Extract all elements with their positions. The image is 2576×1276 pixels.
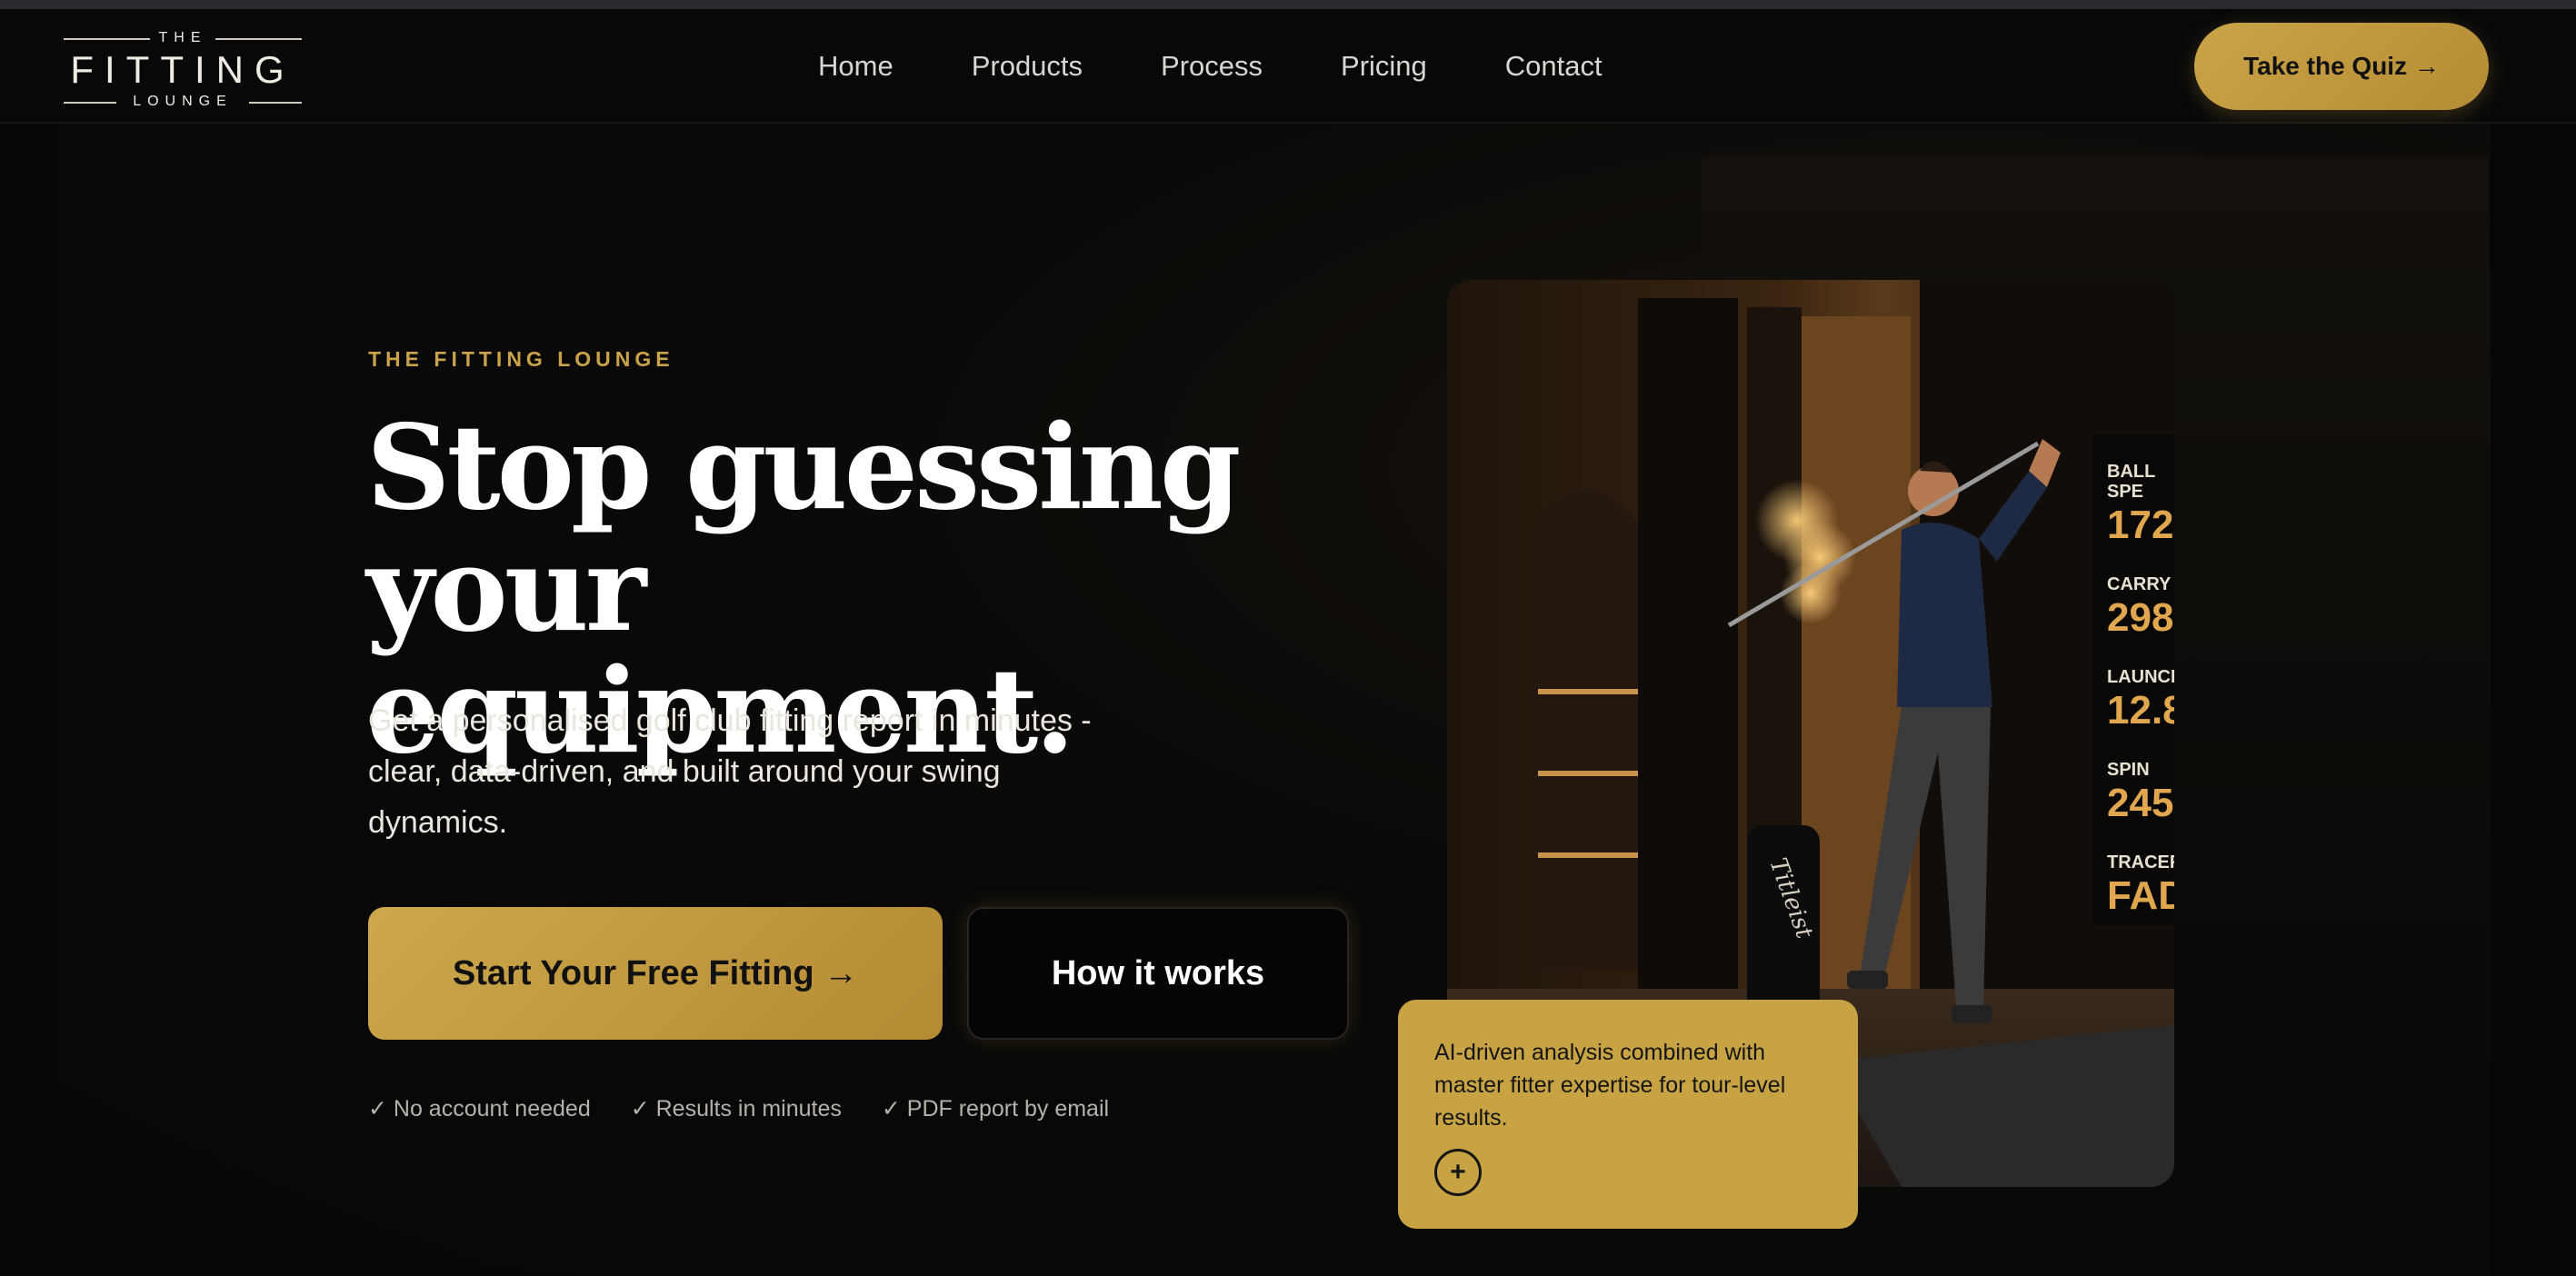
headline-line-1: Stop guessing bbox=[366, 400, 1241, 536]
logo-rule-right-top bbox=[215, 38, 302, 40]
how-it-works-button[interactable]: How it works bbox=[967, 907, 1349, 1040]
hero-eyebrow: THE FITTING LOUNGE bbox=[368, 347, 674, 371]
stats-display: BALL SPE 172 CARRY 298 LAUNCH 12.8 SPIN … bbox=[2107, 462, 2174, 934]
stat-value: 298 bbox=[2107, 595, 2174, 640]
nav-process[interactable]: Process bbox=[1161, 50, 1263, 83]
hero-headline: Stop guessing your equipment. bbox=[366, 400, 1384, 773]
nav-products[interactable]: Products bbox=[972, 50, 1083, 83]
stat-label: BALL SPE bbox=[2107, 462, 2155, 502]
nav-contact[interactable]: Contact bbox=[1505, 50, 1603, 83]
check-results-minutes: ✓ Results in minutes bbox=[630, 1096, 842, 1121]
nav-pricing[interactable]: Pricing bbox=[1341, 50, 1427, 83]
browser-top-strip bbox=[0, 0, 2576, 9]
logo-main-word: FITTING bbox=[70, 48, 295, 91]
main-nav: Home Products Process Pricing Contact bbox=[818, 9, 1603, 124]
start-fitting-button[interactable]: Start Your Free Fitting → bbox=[368, 907, 943, 1040]
stat-value: FADE bbox=[2107, 873, 2174, 918]
check-pdf-report: ✓ PDF report by email bbox=[881, 1096, 1110, 1121]
benefit-checks: ✓ No account needed ✓ Results in minutes… bbox=[368, 1091, 1109, 1127]
info-card: AI-driven analysis combined with master … bbox=[1398, 1000, 1858, 1229]
nav-home[interactable]: Home bbox=[818, 50, 894, 83]
site-logo[interactable]: THE FITTING LOUNGE bbox=[64, 29, 302, 111]
site-header: THE FITTING LOUNGE Home Products Process… bbox=[0, 9, 2576, 124]
stat-value: 12.8 bbox=[2107, 688, 2174, 733]
plus-circle-icon[interactable]: + bbox=[1434, 1149, 1482, 1196]
hero-subtext: Get a personalised golf club fitting rep… bbox=[368, 703, 1092, 840]
stat-label: CARRY bbox=[2107, 574, 2172, 594]
stat-value: 2450 bbox=[2107, 781, 2174, 825]
take-quiz-button[interactable]: Take the Quiz → bbox=[2194, 23, 2489, 110]
stat-label: TRACER bbox=[2107, 852, 2174, 872]
stat-label: LAUNCH bbox=[2107, 667, 2174, 687]
check-no-account: ✓ No account needed bbox=[368, 1096, 591, 1121]
info-card-text: AI-driven analysis combined with master … bbox=[1434, 1040, 1786, 1131]
stat-value: 172 bbox=[2107, 503, 2174, 547]
stat-label: SPIN bbox=[2107, 760, 2150, 780]
logo-rule-right-bottom bbox=[249, 102, 302, 104]
